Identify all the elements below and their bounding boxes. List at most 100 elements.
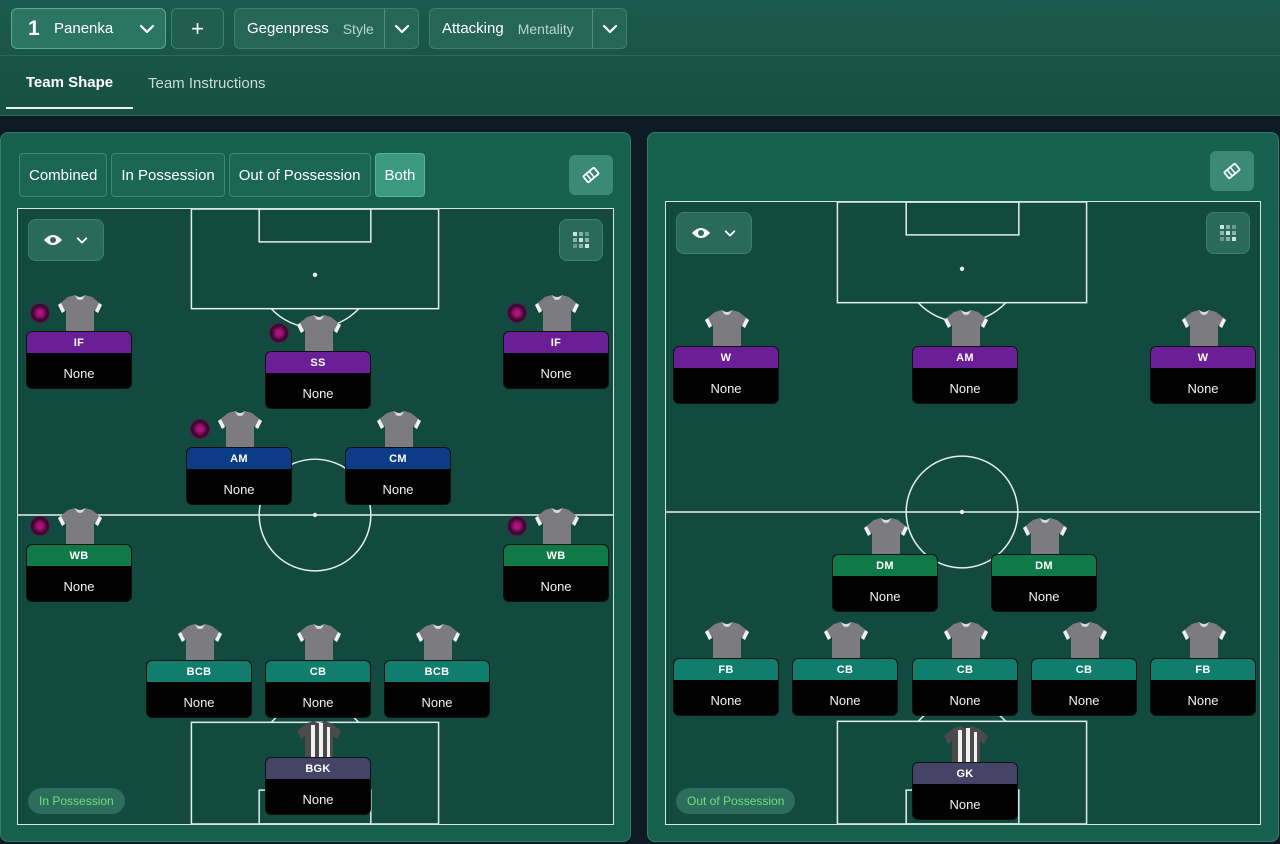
player-card[interactable]: CB None bbox=[265, 660, 371, 718]
player-slot-bcb[interactable]: BCB None bbox=[146, 622, 252, 718]
chevron-down-icon bbox=[384, 9, 418, 48]
tab-team-shape[interactable]: Team Shape bbox=[6, 57, 133, 109]
player-name: None bbox=[1187, 692, 1219, 708]
shirt-icon bbox=[1182, 310, 1226, 348]
shirt-icon bbox=[58, 508, 102, 546]
player-card[interactable]: AM None bbox=[912, 346, 1018, 404]
tab-team-instructions[interactable]: Team Instructions bbox=[148, 57, 266, 109]
player-card[interactable]: DM None bbox=[832, 554, 938, 612]
player-slot-cm[interactable]: CM None bbox=[345, 409, 451, 505]
player-card[interactable]: CB None bbox=[792, 658, 898, 716]
player-name: None bbox=[302, 791, 334, 807]
shirt-icon bbox=[535, 295, 579, 333]
player-name: None bbox=[710, 692, 742, 708]
player-instruction-icon[interactable] bbox=[507, 303, 527, 323]
player-card[interactable]: IF None bbox=[503, 331, 609, 389]
player-instruction-icon[interactable] bbox=[30, 303, 50, 323]
shirt-icon bbox=[1023, 518, 1067, 556]
role-label: BGK bbox=[266, 758, 370, 779]
pitch: Out of Possession W None AM None W None DM None… bbox=[665, 201, 1261, 825]
player-name: None bbox=[869, 588, 901, 604]
player-instruction-icon[interactable] bbox=[30, 516, 50, 536]
grid-toggle-button[interactable] bbox=[559, 219, 603, 261]
role-label: CB bbox=[1032, 659, 1136, 680]
shirt-icon bbox=[864, 518, 908, 556]
player-slot-cb[interactable]: CB None bbox=[1031, 620, 1137, 716]
player-card[interactable]: BGK None bbox=[265, 757, 371, 815]
player-card[interactable]: BCB None bbox=[146, 660, 252, 718]
player-card[interactable]: W None bbox=[673, 346, 779, 404]
player-name: None bbox=[63, 578, 95, 594]
role-label: GK bbox=[913, 763, 1017, 784]
shirt-icon bbox=[218, 411, 262, 449]
segment-in-possession[interactable]: In Possession bbox=[111, 153, 225, 197]
player-slot-gk[interactable]: GK None bbox=[912, 724, 1018, 820]
player-instruction-icon[interactable] bbox=[507, 516, 527, 536]
player-card[interactable]: AM None bbox=[186, 447, 292, 505]
player-slot-am[interactable]: AM None bbox=[186, 409, 292, 505]
player-slot-ss[interactable]: SS None bbox=[265, 313, 371, 409]
player-name: None bbox=[949, 692, 981, 708]
mentality-selector[interactable]: Attacking Mentality bbox=[429, 8, 627, 49]
player-name: None bbox=[540, 578, 572, 594]
player-name: None bbox=[421, 694, 453, 710]
player-name: None bbox=[302, 694, 334, 710]
player-slot-am[interactable]: AM None bbox=[912, 308, 1018, 404]
player-instruction-icon[interactable] bbox=[190, 419, 210, 439]
role-label: BCB bbox=[385, 661, 489, 682]
tactic-selector[interactable]: 1 Panenka bbox=[11, 8, 166, 49]
view-options-button[interactable] bbox=[28, 219, 104, 261]
shirt-icon bbox=[944, 310, 988, 348]
player-card[interactable]: CB None bbox=[912, 658, 1018, 716]
player-card[interactable]: SS None bbox=[265, 351, 371, 409]
role-label: AM bbox=[187, 448, 291, 469]
shirt-icon bbox=[58, 295, 102, 333]
player-card[interactable]: IF None bbox=[26, 331, 132, 389]
segment-combined[interactable]: Combined bbox=[19, 153, 108, 197]
player-card[interactable]: WB None bbox=[26, 544, 132, 602]
segment-out-of-possession[interactable]: Out of Possession bbox=[228, 153, 371, 197]
style-selector[interactable]: Gegenpress Style bbox=[234, 8, 419, 49]
phase-badge: Out of Possession bbox=[676, 788, 796, 814]
player-card[interactable]: FB None bbox=[1150, 658, 1256, 716]
player-slot-dm[interactable]: DM None bbox=[991, 516, 1097, 612]
player-slot-wb[interactable]: WB None bbox=[26, 506, 132, 602]
player-slot-cb[interactable]: CB None bbox=[265, 622, 371, 718]
player-card[interactable]: FB None bbox=[673, 658, 779, 716]
role-label: WB bbox=[504, 545, 608, 566]
player-slot-cb[interactable]: CB None bbox=[912, 620, 1018, 716]
player-card[interactable]: WB None bbox=[503, 544, 609, 602]
segment-both[interactable]: Both bbox=[374, 153, 426, 197]
player-slot-if[interactable]: IF None bbox=[503, 293, 609, 389]
add-tactic-button[interactable]: + bbox=[171, 8, 224, 49]
player-slot-dm[interactable]: DM None bbox=[832, 516, 938, 612]
tactics-board-button[interactable] bbox=[1210, 151, 1254, 191]
player-card[interactable]: CM None bbox=[345, 447, 451, 505]
shirt-icon bbox=[535, 508, 579, 546]
player-slot-bgk[interactable]: BGK None bbox=[265, 719, 371, 815]
player-name: None bbox=[183, 694, 215, 710]
shirt-icon bbox=[824, 622, 868, 660]
grid-toggle-button[interactable] bbox=[1206, 212, 1250, 254]
player-card[interactable]: CB None bbox=[1031, 658, 1137, 716]
shirt-icon bbox=[297, 315, 341, 353]
player-slot-wb[interactable]: WB None bbox=[503, 506, 609, 602]
player-card[interactable]: BCB None bbox=[384, 660, 490, 718]
player-slot-fb[interactable]: FB None bbox=[673, 620, 779, 716]
player-slot-cb[interactable]: CB None bbox=[792, 620, 898, 716]
player-card[interactable]: W None bbox=[1150, 346, 1256, 404]
player-card[interactable]: GK None bbox=[912, 762, 1018, 820]
player-slot-w[interactable]: W None bbox=[673, 308, 779, 404]
view-options-button[interactable] bbox=[676, 212, 752, 254]
player-slot-bcb[interactable]: BCB None bbox=[384, 622, 490, 718]
player-slot-if[interactable]: IF None bbox=[26, 293, 132, 389]
player-slot-w[interactable]: W None bbox=[1150, 308, 1256, 404]
role-label: CB bbox=[913, 659, 1017, 680]
player-card[interactable]: DM None bbox=[991, 554, 1097, 612]
player-instruction-icon[interactable] bbox=[269, 323, 289, 343]
top-bar: 1 Panenka + Gegenpress Style Attacking M… bbox=[0, 0, 1280, 116]
tactics-board-button[interactable] bbox=[569, 155, 613, 195]
player-slot-fb[interactable]: FB None bbox=[1150, 620, 1256, 716]
tactic-toolbar: 1 Panenka + Gegenpress Style Attacking M… bbox=[0, 0, 1280, 56]
role-label: DM bbox=[992, 555, 1096, 576]
